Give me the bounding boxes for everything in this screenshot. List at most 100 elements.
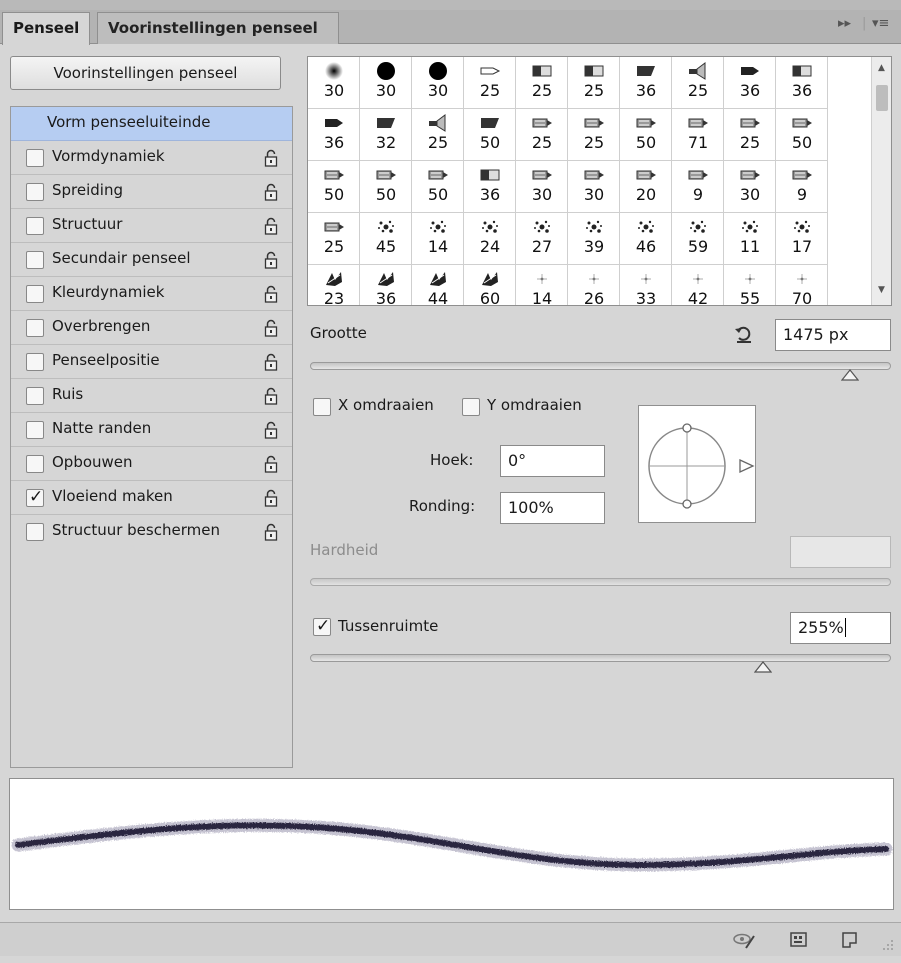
spacing-slider-handle[interactable] [754, 661, 773, 673]
brush-tip-cell[interactable]: 25 [516, 109, 568, 161]
brush-tip-cell[interactable]: 55 [724, 265, 776, 305]
option-checkbox[interactable] [26, 455, 44, 473]
option-row[interactable]: Spreiding [11, 175, 292, 209]
brush-tip-cell[interactable]: 59 [672, 213, 724, 265]
option-checkbox[interactable] [26, 353, 44, 371]
brush-tip-cell[interactable]: 44 [412, 265, 464, 305]
brush-tip-cell[interactable]: 30 [516, 161, 568, 213]
tab-penseel[interactable]: Penseel [2, 12, 91, 45]
brush-tip-cell[interactable]: 23 [308, 265, 360, 305]
option-checkbox[interactable] [26, 285, 44, 303]
lock-icon[interactable] [264, 522, 278, 542]
brush-tip-cell[interactable]: 14 [516, 265, 568, 305]
brush-tip-cell[interactable]: 50 [308, 161, 360, 213]
brush-tip-cell[interactable]: 70 [776, 265, 828, 305]
flip-y-checkbox[interactable] [462, 398, 480, 416]
lock-icon[interactable] [264, 352, 278, 372]
lock-icon[interactable] [264, 284, 278, 304]
brush-tip-cell[interactable]: 36 [776, 57, 828, 109]
roundness-input[interactable]: 100% [500, 492, 605, 524]
brush-tip-cell[interactable]: 60 [464, 265, 516, 305]
brush-tip-cell[interactable]: 9 [672, 161, 724, 213]
option-row[interactable]: Natte randen [11, 413, 292, 447]
panel-drag-grip[interactable] [432, 956, 468, 963]
brush-grid-scrollbar[interactable]: ▲ ▼ [871, 57, 891, 305]
brush-tip-cell[interactable]: 50 [776, 109, 828, 161]
option-brush-tip-shape[interactable]: Vorm penseeluiteinde [11, 107, 292, 141]
option-row[interactable]: Opbouwen [11, 447, 292, 481]
option-checkbox[interactable] [26, 217, 44, 235]
brush-visibility-icon[interactable] [733, 930, 755, 950]
spacing-input[interactable]: 255% [790, 612, 891, 644]
brush-tip-cell[interactable]: 36 [464, 161, 516, 213]
scroll-down-icon[interactable]: ▼ [878, 285, 885, 295]
lock-icon[interactable] [264, 148, 278, 168]
brush-tip-cell[interactable]: 25 [724, 109, 776, 161]
brush-tip-cell[interactable]: 14 [412, 213, 464, 265]
option-checkbox[interactable] [26, 421, 44, 439]
brush-tip-cell[interactable]: 20 [620, 161, 672, 213]
new-preset-icon[interactable] [840, 930, 860, 950]
brush-tip-cell[interactable]: 26 [568, 265, 620, 305]
option-row[interactable]: Secundair penseel [11, 243, 292, 277]
brush-tip-cell[interactable]: 50 [412, 161, 464, 213]
collapse-panel-icon[interactable]: ▸▸ [838, 16, 851, 31]
option-checkbox[interactable] [26, 183, 44, 201]
flip-x-checkbox[interactable] [313, 398, 331, 416]
spacing-checkbox[interactable]: ✓ [313, 616, 331, 636]
brush-tip-cell[interactable]: 9 [776, 161, 828, 213]
brush-tip-cell[interactable]: 25 [412, 109, 464, 161]
brush-tip-cell[interactable]: 46 [620, 213, 672, 265]
scroll-up-icon[interactable]: ▲ [878, 63, 885, 73]
brush-tip-cell[interactable]: 50 [360, 161, 412, 213]
brush-tip-cell[interactable]: 36 [308, 109, 360, 161]
brush-tip-cell[interactable]: 50 [620, 109, 672, 161]
brush-tip-cell[interactable]: 36 [360, 265, 412, 305]
option-checkbox[interactable]: ✓ [26, 487, 44, 507]
brush-tip-cell[interactable]: 17 [776, 213, 828, 265]
angle-roundness-preview[interactable] [638, 405, 756, 523]
option-row[interactable]: Structuur [11, 209, 292, 243]
lock-icon[interactable] [264, 454, 278, 474]
brush-tip-cell[interactable]: 27 [516, 213, 568, 265]
lock-icon[interactable] [264, 318, 278, 338]
brush-tip-cell[interactable]: 45 [360, 213, 412, 265]
brush-tip-cell[interactable]: 25 [464, 57, 516, 109]
brush-tip-cell[interactable]: 25 [672, 57, 724, 109]
panel-menu-icon[interactable]: ▾≡ [872, 16, 889, 31]
option-row[interactable]: Ruis [11, 379, 292, 413]
brush-tip-cell[interactable]: 24 [464, 213, 516, 265]
brush-tip-cell[interactable]: 25 [516, 57, 568, 109]
size-slider-track[interactable] [310, 362, 891, 370]
lock-icon[interactable] [264, 182, 278, 202]
lock-icon[interactable] [264, 216, 278, 236]
option-checkbox[interactable] [26, 251, 44, 269]
option-checkbox[interactable] [26, 319, 44, 337]
option-row[interactable]: Structuur beschermen [11, 515, 292, 549]
brush-tip-cell[interactable]: 25 [568, 109, 620, 161]
brush-tip-cell[interactable]: 25 [568, 57, 620, 109]
brush-tip-cell[interactable]: 11 [724, 213, 776, 265]
lock-icon[interactable] [264, 386, 278, 406]
brush-presets-button[interactable]: Voorinstellingen penseel [10, 56, 281, 90]
option-checkbox[interactable] [26, 387, 44, 405]
brush-tip-cell[interactable]: 32 [360, 109, 412, 161]
brush-tip-cell[interactable]: 36 [724, 57, 776, 109]
brush-tip-cell[interactable]: 71 [672, 109, 724, 161]
angle-input[interactable]: 0° [500, 445, 605, 477]
size-input[interactable]: 1475 px [775, 319, 891, 351]
reset-size-icon[interactable] [734, 324, 754, 348]
brush-tip-cell[interactable]: 42 [672, 265, 724, 305]
option-row[interactable]: Overbrengen [11, 311, 292, 345]
brush-tip-cell[interactable]: 36 [620, 57, 672, 109]
option-checkbox[interactable] [26, 523, 44, 541]
brush-tip-cell[interactable]: 33 [620, 265, 672, 305]
option-row[interactable]: ✓ Vloeiend maken [11, 481, 292, 515]
spacing-slider-track[interactable] [310, 654, 891, 662]
brush-tip-cell[interactable]: 30 [568, 161, 620, 213]
resize-grip-icon[interactable] [880, 937, 894, 951]
option-checkbox[interactable] [26, 149, 44, 167]
brush-tip-cell[interactable]: 30 [360, 57, 412, 109]
brush-tip-cell[interactable]: 30 [308, 57, 360, 109]
option-row[interactable]: Penseelpositie [11, 345, 292, 379]
